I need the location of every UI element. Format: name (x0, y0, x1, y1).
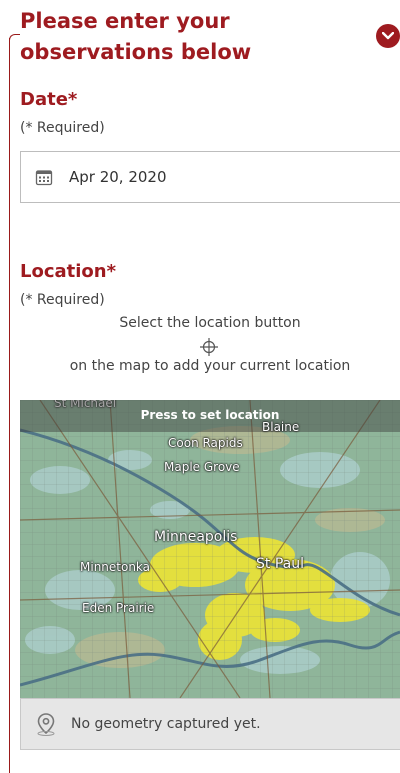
calendar-icon (35, 170, 53, 186)
date-input[interactable]: Apr 20, 2020 (20, 151, 400, 203)
map-place-maple-grove: Maple Grove (164, 460, 240, 474)
set-location-banner-text: Press to set location (140, 408, 280, 422)
geometry-status-bar: No geometry captured yet. (20, 698, 400, 750)
map-place-minnetonka: Minnetonka (80, 560, 151, 574)
map-place-minneapolis: Minneapolis (154, 529, 238, 545)
date-label: Date* (20, 89, 78, 110)
section-frame-line (9, 38, 10, 773)
geometry-status-text: No geometry captured yet. (71, 716, 261, 732)
collapse-section-button[interactable] (376, 24, 400, 48)
map-place-eden-prairie: Eden Prairie (82, 601, 155, 615)
location-required-hint: (* Required) (20, 292, 105, 308)
chevron-down-icon (382, 32, 394, 40)
section-frame-hook (9, 34, 20, 41)
map-place-coon-rapids: Coon Rapids (168, 436, 243, 450)
location-instruction-top: Select the location button (119, 315, 301, 331)
section-title: Please enter your observations below (20, 9, 252, 64)
map-place-st-paul: St Paul (256, 556, 304, 572)
location-instruction-bottom: on the map to add your current location (69, 358, 351, 374)
date-required-hint: (* Required) (20, 120, 105, 136)
location-map[interactable]: St Michael Press to set location Blaine … (20, 400, 400, 698)
map-place-blaine: Blaine (262, 420, 300, 434)
date-value: Apr 20, 2020 (69, 168, 167, 186)
crosshair-icon (200, 338, 218, 356)
location-label: Location* (20, 261, 117, 282)
location-pin-icon (37, 713, 55, 736)
